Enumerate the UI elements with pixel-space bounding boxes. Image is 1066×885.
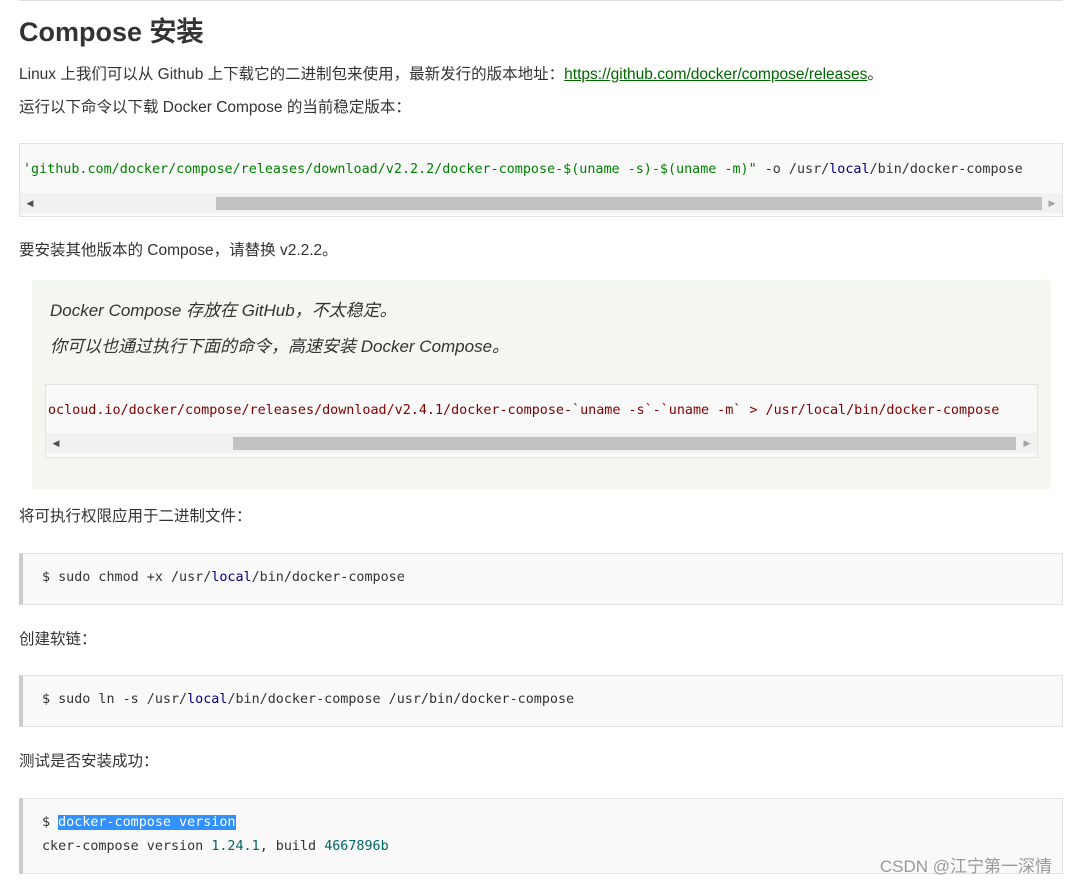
symlink-code-block[interactable]: $ sudo ln -s /usr/local/bin/docker-compo… [19, 675, 1063, 727]
code-prompt: $ [42, 815, 59, 830]
mirror-scrollbar[interactable]: ◀ ▶ [46, 433, 1037, 453]
code-keyword: local [211, 570, 252, 585]
mirror-code-line: ocloud.io/docker/compose/releases/downlo… [48, 403, 1000, 418]
quote-line-2: 你可以也通过执行下面的命令，高速安装 Docker Compose。 [50, 337, 510, 356]
symlink-paragraph: 创建软链： [19, 631, 97, 648]
mirror-code-block[interactable]: ocloud.io/docker/compose/releases/downlo… [45, 384, 1038, 458]
chmod-paragraph: 将可执行权限应用于二进制文件： [19, 508, 252, 525]
scroll-left-icon[interactable]: ◀ [22, 193, 38, 213]
test-paragraph: 测试是否安装成功： [19, 753, 159, 770]
version-number: 1.24.1 [211, 839, 260, 854]
download-code-block[interactable]: 'github.com/docker/compose/releases/down… [19, 143, 1063, 217]
scroll-thumb[interactable] [233, 437, 1016, 450]
code-keyword: local [187, 692, 228, 707]
top-divider [19, 0, 1063, 1]
intro-suffix: 。 [867, 66, 883, 83]
other-version-paragraph: 要安装其他版本的 Compose，请替换 v2.2.2。 [19, 242, 338, 259]
download-code-line: 'github.com/docker/compose/releases/down… [23, 160, 1062, 180]
code-text: $ sudo ln -s /usr/ [42, 692, 188, 707]
chmod-code-line: $ sudo chmod +x /usr/local/bin/docker-co… [42, 568, 1062, 588]
test-command-line: $ docker-compose version [42, 813, 1062, 833]
code-text: /bin/docker-compose [251, 570, 405, 585]
symlink-code-line: $ sudo ln -s /usr/local/bin/docker-compo… [42, 690, 1062, 710]
csdn-watermark: CSDN @江宁第一深情 [879, 857, 1052, 876]
code-text: , build [259, 839, 325, 854]
releases-link[interactable]: https://github.com/docker/compose/releas… [564, 66, 867, 83]
code-text: /bin/docker-compose [869, 162, 1023, 177]
build-id: 4667896b [324, 839, 389, 854]
selected-command[interactable]: docker-compose version [58, 815, 236, 830]
page-title: Compose 安装 [19, 17, 204, 47]
code-text: $ sudo chmod +x /usr/ [42, 570, 212, 585]
intro-text: Linux 上我们可以从 Github 上下载它的二进制包来使用，最新发行的版本… [19, 66, 565, 83]
download-scrollbar[interactable]: ◀ ▶ [20, 193, 1062, 213]
download-paragraph: 运行以下命令以下载 Docker Compose 的当前稳定版本： [19, 99, 411, 116]
code-string: 'github.com/docker/compose/releases/down… [23, 162, 757, 177]
intro-paragraph: Linux 上我们可以从 Github 上下载它的二进制包来使用，最新发行的版本… [19, 64, 883, 86]
code-text: /bin/docker-compose /usr/bin/docker-comp… [227, 692, 575, 707]
scroll-right-icon[interactable]: ▶ [1044, 193, 1060, 213]
scroll-thumb[interactable] [216, 197, 1042, 210]
code-text: -o /usr/ [756, 162, 830, 177]
quote-line-1: Docker Compose 存放在 GitHub，不太稳定。 [50, 301, 397, 320]
code-text: cker-compose version [42, 839, 212, 854]
mirror-note-quote: Docker Compose 存放在 GitHub，不太稳定。 你可以也通过执行… [32, 280, 1051, 489]
code-keyword: local [829, 162, 870, 177]
scroll-right-icon[interactable]: ▶ [1019, 433, 1035, 453]
scroll-left-icon[interactable]: ◀ [48, 433, 64, 453]
chmod-code-block[interactable]: $ sudo chmod +x /usr/local/bin/docker-co… [19, 553, 1063, 605]
